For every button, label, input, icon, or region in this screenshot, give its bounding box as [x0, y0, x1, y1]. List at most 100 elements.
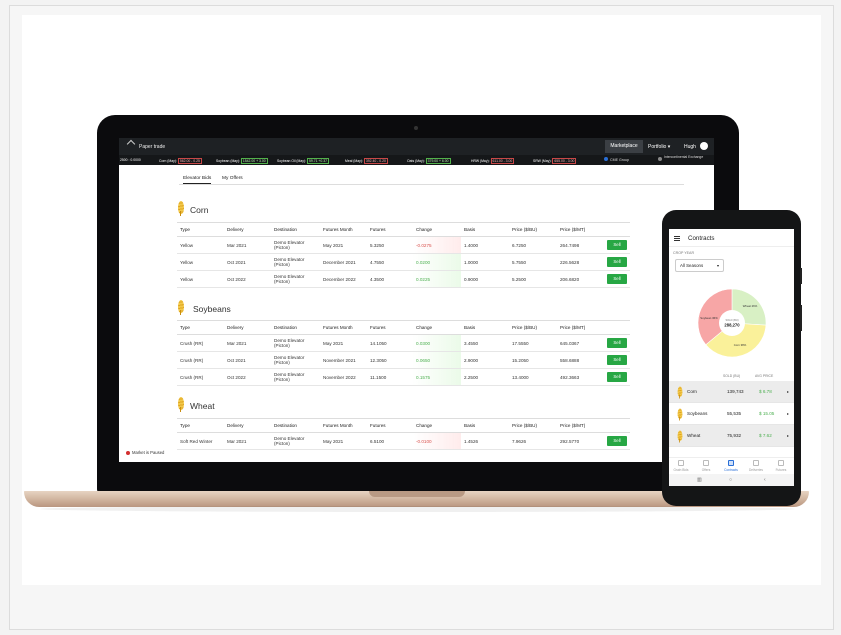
- cell-price-mt: 492.3663: [557, 368, 604, 386]
- column-header: Price ($/MT): [557, 222, 604, 237]
- column-header: [604, 418, 630, 433]
- sell-button[interactable]: Sell: [607, 274, 627, 284]
- column-header: Change: [413, 320, 461, 335]
- cell-price-bu: 5.2500: [509, 270, 557, 288]
- menu-icon[interactable]: [674, 236, 680, 241]
- cell-price-bu: 17.5550: [509, 334, 557, 352]
- sell-button[interactable]: Sell: [607, 240, 627, 250]
- column-header: Change: [413, 418, 461, 433]
- bottom-nav-futures[interactable]: Futures: [769, 460, 793, 472]
- wheat-bids-table: Type Delivery Destination Futures Month Futu…: [177, 418, 630, 450]
- contract-row-wheat[interactable]: Wheat 75,932 $ 7.62 ▸: [669, 425, 794, 447]
- cell-delivery: Mar 2021: [224, 236, 271, 254]
- cell-price-mt: 645.0367: [557, 334, 604, 352]
- market-status: Market is Paused: [126, 450, 164, 455]
- column-header: Destination: [271, 418, 320, 433]
- contract-name: Soybeans: [687, 411, 708, 416]
- ticker-badge: 611.00 - 3.00: [490, 158, 515, 164]
- crop-year-label: CROP YEAR: [673, 251, 695, 255]
- column-header: Basis: [461, 320, 509, 335]
- contracts-icon: [728, 460, 734, 466]
- cell-futures: 6.5100: [367, 432, 413, 450]
- cell-futures-month: December 2021: [320, 253, 367, 271]
- nav-marketplace[interactable]: Marketplace: [605, 140, 643, 153]
- sell-button[interactable]: Sell: [607, 338, 627, 348]
- cell-futures: 4.3500: [367, 270, 413, 288]
- bottom-nav-offers[interactable]: Offers: [694, 460, 718, 472]
- cell-type: Soft Red Winter: [177, 432, 224, 450]
- column-header: Futures Month: [320, 320, 367, 335]
- wheat-icon: [177, 397, 185, 412]
- recents-icon[interactable]: ▥: [697, 477, 702, 483]
- futures-chart-icon: [778, 460, 784, 466]
- section-title-soybeans: Soybeans: [193, 304, 231, 314]
- phone-bottom-nav: Grain Bids Offers Contracts Deliveries F…: [669, 457, 794, 474]
- table-row: Soft Red Winter Mar 2021 Demo Elevator (Pi…: [177, 432, 630, 450]
- column-header: Delivery: [224, 222, 271, 237]
- price-ticker: 2500 : 0.0000 Corn (May): 562.00 - 0.25 …: [119, 155, 714, 165]
- sell-cell: Sell: [604, 270, 630, 288]
- cell-futures: 4.7550: [367, 253, 413, 271]
- contract-sold: 75,932: [727, 433, 742, 438]
- tab-my-offers[interactable]: My Offers: [222, 176, 243, 181]
- tab-elevator-bids[interactable]: Elevator Bids: [183, 176, 212, 184]
- cme-icon: [604, 157, 608, 161]
- bottom-nav-contracts[interactable]: Contracts: [719, 460, 743, 472]
- nav-portfolio[interactable]: Portfolio ▾: [648, 144, 670, 150]
- cell-type: Crush (RR): [177, 334, 224, 352]
- section-title-wheat: Wheat: [190, 401, 215, 411]
- app-brand[interactable]: Paper trade: [139, 144, 165, 150]
- user-avatar-icon[interactable]: [700, 142, 708, 150]
- cell-delivery: Oct 2022: [224, 368, 271, 386]
- truck-icon: [753, 460, 759, 466]
- contract-row-soybeans[interactable]: Soybeans 55,535 $ 15.05 ▸: [669, 403, 794, 425]
- back-icon[interactable]: ‹: [764, 477, 766, 483]
- cell-basis: 2.2500: [461, 368, 509, 386]
- cell-delivery: Oct 2022: [224, 270, 271, 288]
- table-header-row: Type Delivery Destination Futures Month Futu…: [177, 222, 630, 237]
- cell-delivery: Oct 2021: [224, 351, 271, 369]
- laptop-screen: Paper trade Marketplace Portfolio ▾ Hugh…: [119, 138, 714, 462]
- season-select[interactable]: All Seasons ▾: [675, 259, 724, 272]
- column-header: Futures Month: [320, 222, 367, 237]
- phone-volume-button: [800, 305, 802, 331]
- sell-button[interactable]: Sell: [607, 355, 627, 365]
- column-header: Futures: [367, 418, 413, 433]
- ticker-item: Corn (May): 562.00 - 0.25: [159, 158, 202, 164]
- contract-row-corn[interactable]: Corn 139,743 $ 6.78 ▸: [669, 381, 794, 403]
- sell-button[interactable]: Sell: [607, 436, 627, 446]
- cell-type: Crush (RR): [177, 368, 224, 386]
- sell-button[interactable]: Sell: [607, 257, 627, 267]
- section-title-corn: Corn: [190, 205, 209, 215]
- ticker-item: Soybean Oil (May): 59.71 +0.37: [277, 158, 329, 164]
- table-row: Yellow Mar 2021 Demo Elevator (Picton) May …: [177, 236, 630, 254]
- phone-page-title: Contracts: [688, 235, 715, 242]
- sell-button[interactable]: Sell: [607, 372, 627, 382]
- laptop-notch: [369, 491, 465, 497]
- cell-change: -0.0275: [413, 236, 461, 254]
- phone-screen: Contracts CROP YEAR All Seasons ▾ SOLD (…: [669, 229, 794, 486]
- cell-basis: 0.9000: [461, 270, 509, 288]
- nav-user-name[interactable]: Hugh: [684, 144, 696, 150]
- column-header: Price ($/BU): [509, 418, 557, 433]
- contract-avg-price: $ 7.62: [759, 433, 772, 438]
- chevron-right-icon: ▸: [787, 411, 790, 416]
- cell-type: Yellow: [177, 270, 224, 288]
- column-header: Basis: [461, 418, 509, 433]
- ticker-item: SRW (May): 655.00 - 3.00: [533, 158, 577, 164]
- column-header: Type: [177, 320, 224, 335]
- cell-basis: 1.4526: [461, 432, 509, 450]
- bottom-nav-deliveries[interactable]: Deliveries: [744, 460, 768, 472]
- laptop-camera: [414, 126, 418, 130]
- corn-icon: [677, 386, 683, 399]
- cell-destination: Demo Elevator (Picton): [271, 236, 320, 254]
- table-row: Yellow Oct 2021 Demo Elevator (Picton) Dece…: [177, 253, 630, 271]
- cell-destination: Demo Elevator (Picton): [271, 351, 320, 369]
- column-header: Price ($/MT): [557, 320, 604, 335]
- bottom-nav-grain-bids[interactable]: Grain Bids: [669, 460, 693, 472]
- android-system-bar: ▥ ○ ‹: [669, 474, 794, 486]
- sell-cell: Sell: [604, 253, 630, 271]
- contract-name: Wheat: [687, 433, 701, 438]
- home-icon[interactable]: ○: [729, 477, 732, 483]
- ticker-badge: 379.00 + 6.00: [425, 158, 451, 164]
